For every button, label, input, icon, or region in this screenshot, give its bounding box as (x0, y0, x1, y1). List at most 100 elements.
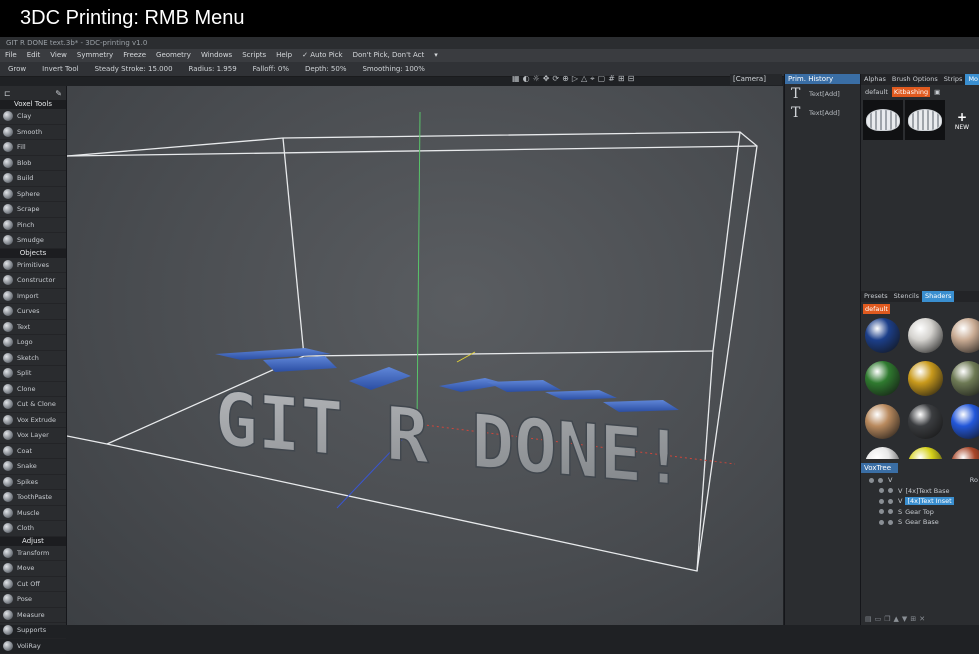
shader-swatch[interactable] (861, 443, 904, 459)
eye-icon[interactable] (879, 499, 884, 504)
tool-cut-clone[interactable]: Cut & Clone (0, 397, 66, 413)
menu-freeze[interactable]: Freeze (118, 49, 151, 62)
tool-vox-extrude[interactable]: Vox Extrude (0, 413, 66, 429)
panel-layout-icon[interactable]: ⊏ (4, 89, 11, 98)
tool-supports[interactable]: Supports (0, 623, 66, 639)
tool-snake[interactable]: Snake (0, 459, 66, 475)
contrast-icon[interactable]: ◐ (523, 74, 530, 86)
prim-history-tab[interactable]: Prim. History (785, 74, 861, 84)
tool-sphere[interactable]: Sphere (0, 187, 66, 203)
tool-clone[interactable]: Clone (0, 382, 66, 398)
square-icon[interactable]: ▢ (598, 74, 606, 86)
play-icon[interactable]: ▷ (572, 74, 578, 86)
eye-icon[interactable] (879, 488, 884, 493)
menu-more-dropdown[interactable]: ▾ (429, 49, 443, 62)
new-kitbash-button[interactable]: + NEW (947, 100, 977, 140)
tab-brush-options[interactable]: Brush Options (889, 74, 941, 85)
voxtree-row[interactable]: SGear Base (861, 517, 979, 528)
ghost-icon[interactable] (878, 478, 883, 483)
shader-swatch[interactable] (947, 357, 979, 400)
adjust-header[interactable]: Adjust (0, 537, 66, 546)
menu-scripts[interactable]: Scripts (237, 49, 271, 62)
eye-icon[interactable] (869, 478, 874, 483)
eye-icon[interactable] (879, 520, 884, 525)
tab-models[interactable]: Mo (965, 74, 979, 85)
tool-smudge[interactable]: Smudge (0, 233, 66, 249)
shader-swatch[interactable] (904, 400, 947, 443)
menu-view[interactable]: View (45, 49, 72, 62)
shader-swatch[interactable] (861, 314, 904, 357)
invert-tool-toggle[interactable]: Invert Tool (34, 62, 86, 76)
ghost-icon[interactable] (888, 488, 893, 493)
ghost-icon[interactable] (888, 509, 893, 514)
camera-select[interactable]: [Camera] (730, 74, 782, 85)
tool-split[interactable]: Split (0, 366, 66, 382)
kitbash-gear-base-thumb[interactable] (905, 100, 945, 140)
snap-icon[interactable]: ⌖ (590, 74, 595, 86)
objects-header[interactable]: Objects (0, 249, 66, 258)
history-item[interactable]: T Text[Add] (785, 84, 861, 103)
eye-icon[interactable] (879, 509, 884, 514)
radius-field[interactable]: Radius: 1.959 (181, 62, 245, 76)
kitbash-gear-top-thumb[interactable] (863, 100, 903, 140)
menu-symmetry[interactable]: Symmetry (72, 49, 118, 62)
voxel-tools-header[interactable]: Voxel Tools (0, 100, 66, 109)
tool-text[interactable]: Text (0, 320, 66, 336)
shader-swatch[interactable] (947, 314, 979, 357)
shader-swatch[interactable] (904, 443, 947, 459)
hash-icon[interactable]: # (608, 74, 615, 86)
depth-field[interactable]: Depth: 50% (297, 62, 354, 76)
layout-icon[interactable]: ⊞ (618, 74, 625, 86)
menu-file[interactable]: File (0, 49, 22, 62)
tab-stencils[interactable]: Stencils (891, 291, 922, 302)
zoom-icon[interactable]: ⊕ (562, 74, 569, 86)
tool-cloth[interactable]: Cloth (0, 521, 66, 537)
smoothing-field[interactable]: Smoothing: 100% (354, 62, 432, 76)
menu-edit[interactable]: Edit (22, 49, 46, 62)
tool-constructor[interactable]: Constructor (0, 273, 66, 289)
ghost-icon[interactable] (888, 499, 893, 504)
tool-clay[interactable]: Clay (0, 109, 66, 125)
tool-smooth[interactable]: Smooth (0, 125, 66, 141)
voxtree-row[interactable]: V[4x]Text Inset (861, 496, 979, 507)
tab-alphas[interactable]: Alphas (861, 74, 889, 85)
tab-strips[interactable]: Strips (941, 74, 966, 85)
rotate-icon[interactable]: ⟳ (552, 74, 559, 86)
tab-shaders[interactable]: Shaders (922, 291, 954, 302)
tool-import[interactable]: Import (0, 289, 66, 305)
tool-coat[interactable]: Coat (0, 444, 66, 460)
pen-icon[interactable]: ✎ (55, 89, 62, 98)
tool-voliray[interactable]: VoliRay (0, 639, 66, 654)
tab-presets[interactable]: Presets (861, 291, 891, 302)
shader-swatch[interactable] (861, 400, 904, 443)
tool-primitives[interactable]: Primitives (0, 258, 66, 274)
menu-help[interactable]: Help (271, 49, 297, 62)
shader-swatch[interactable] (947, 400, 979, 443)
add-layer-icon[interactable]: ▤ (865, 615, 872, 623)
menu-windows[interactable]: Windows (196, 49, 237, 62)
tool-cut-off[interactable]: Cut Off (0, 577, 66, 593)
history-item[interactable]: T Text[Add] (785, 103, 861, 122)
kitbash-active-folder[interactable]: Kitbashing (892, 87, 930, 97)
light-icon[interactable]: ☼ (533, 74, 540, 86)
dont-pick-toggle[interactable]: Don't Pick, Don't Act (348, 49, 430, 62)
up-icon[interactable]: ▲ (894, 615, 899, 623)
falloff-field[interactable]: Falloff: 0% (245, 62, 297, 76)
tool-vox-layer[interactable]: Vox Layer (0, 428, 66, 444)
shader-swatch[interactable] (904, 357, 947, 400)
grow-toggle[interactable]: Grow (0, 62, 34, 76)
voxtree-row[interactable]: VRo (861, 475, 979, 486)
grid-icon[interactable]: ▦ (512, 74, 520, 86)
tool-pose[interactable]: Pose (0, 592, 66, 608)
voxtree-row[interactable]: SGear Top (861, 507, 979, 518)
folder-menu-icon[interactable]: ▣ (932, 87, 942, 97)
shader-swatch[interactable] (947, 443, 979, 459)
tool-transform[interactable]: Transform (0, 546, 66, 562)
tool-toothpaste[interactable]: ToothPaste (0, 490, 66, 506)
tool-blob[interactable]: Blob (0, 156, 66, 172)
shader-swatch[interactable] (861, 357, 904, 400)
tool-measure[interactable]: Measure (0, 608, 66, 624)
down-icon[interactable]: ▼ (902, 615, 907, 623)
shader-swatch[interactable] (904, 314, 947, 357)
tool-build[interactable]: Build (0, 171, 66, 187)
